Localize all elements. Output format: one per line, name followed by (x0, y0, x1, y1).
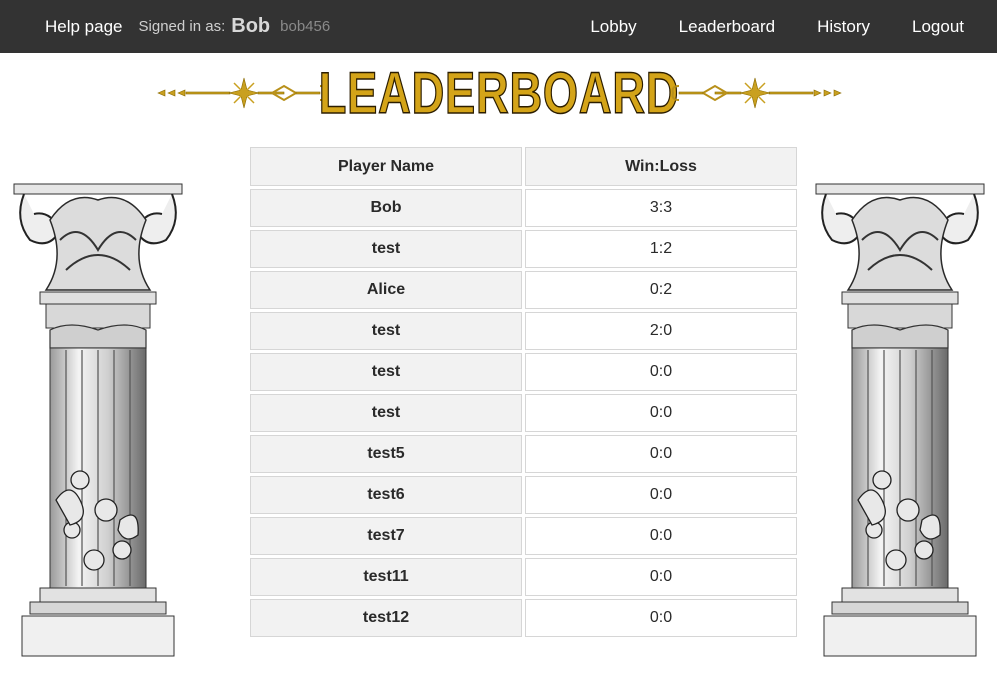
table-row: test 0:0 (250, 353, 797, 391)
player-name-cell: test5 (250, 435, 522, 473)
table-row: test 2:0 (250, 312, 797, 350)
nav-leaderboard-link[interactable]: Leaderboard (679, 17, 775, 37)
table-row: test5 0:0 (250, 435, 797, 473)
ornament-right-icon (671, 77, 842, 109)
title-banner: LEADERBOARD (0, 58, 997, 128)
player-name-cell: Alice (250, 271, 522, 309)
win-loss-cell: 0:0 (525, 435, 797, 473)
page-title: LEADERBOARD (318, 60, 680, 127)
leaderboard-table: Player Name Win:Loss Bob 3:3 test 1:2 Al… (247, 144, 800, 640)
win-loss-cell: 0:0 (525, 599, 797, 637)
corinthian-pillar-left (13, 183, 183, 657)
win-loss-cell: 0:0 (525, 353, 797, 391)
header-win-loss: Win:Loss (525, 147, 797, 186)
player-name-cell: test11 (250, 558, 522, 596)
top-navbar: Help page Signed in as: Bob bob456 Lobby… (0, 0, 997, 53)
nav-history-link[interactable]: History (817, 17, 870, 37)
table-row: test12 0:0 (250, 599, 797, 637)
win-loss-cell: 0:0 (525, 476, 797, 514)
ornament-left-icon (157, 77, 328, 109)
nav-right-group: Lobby Leaderboard History Logout (590, 0, 964, 53)
player-name-cell: test (250, 353, 522, 391)
win-loss-cell: 0:2 (525, 271, 797, 309)
table-row: test6 0:0 (250, 476, 797, 514)
table-row: test 1:2 (250, 230, 797, 268)
win-loss-cell: 3:3 (525, 189, 797, 227)
win-loss-cell: 0:0 (525, 558, 797, 596)
table-row: test7 0:0 (250, 517, 797, 555)
player-name-cell: test12 (250, 599, 522, 637)
user-id: bob456 (280, 18, 331, 35)
table-row: test11 0:0 (250, 558, 797, 596)
table-header-row: Player Name Win:Loss (250, 147, 797, 186)
corinthian-pillar-right (815, 183, 985, 657)
header-player-name: Player Name (250, 147, 522, 186)
help-page-link[interactable]: Help page (45, 17, 123, 37)
win-loss-cell: 2:0 (525, 312, 797, 350)
player-name-cell: test (250, 394, 522, 432)
win-loss-cell: 0:0 (525, 394, 797, 432)
player-name-cell: test (250, 312, 522, 350)
nav-lobby-link[interactable]: Lobby (590, 17, 636, 37)
player-name-cell: test7 (250, 517, 522, 555)
signed-in-label: Signed in as: (138, 18, 226, 35)
username: Bob (231, 15, 271, 37)
win-loss-cell: 1:2 (525, 230, 797, 268)
win-loss-cell: 0:0 (525, 517, 797, 555)
table-row: test 0:0 (250, 394, 797, 432)
table-row: Alice 0:2 (250, 271, 797, 309)
table-row: Bob 3:3 (250, 189, 797, 227)
nav-left-group: Help page Signed in as: Bob bob456 (45, 0, 330, 53)
player-name-cell: Bob (250, 189, 522, 227)
player-name-cell: test (250, 230, 522, 268)
player-name-cell: test6 (250, 476, 522, 514)
nav-logout-link[interactable]: Logout (912, 17, 964, 37)
